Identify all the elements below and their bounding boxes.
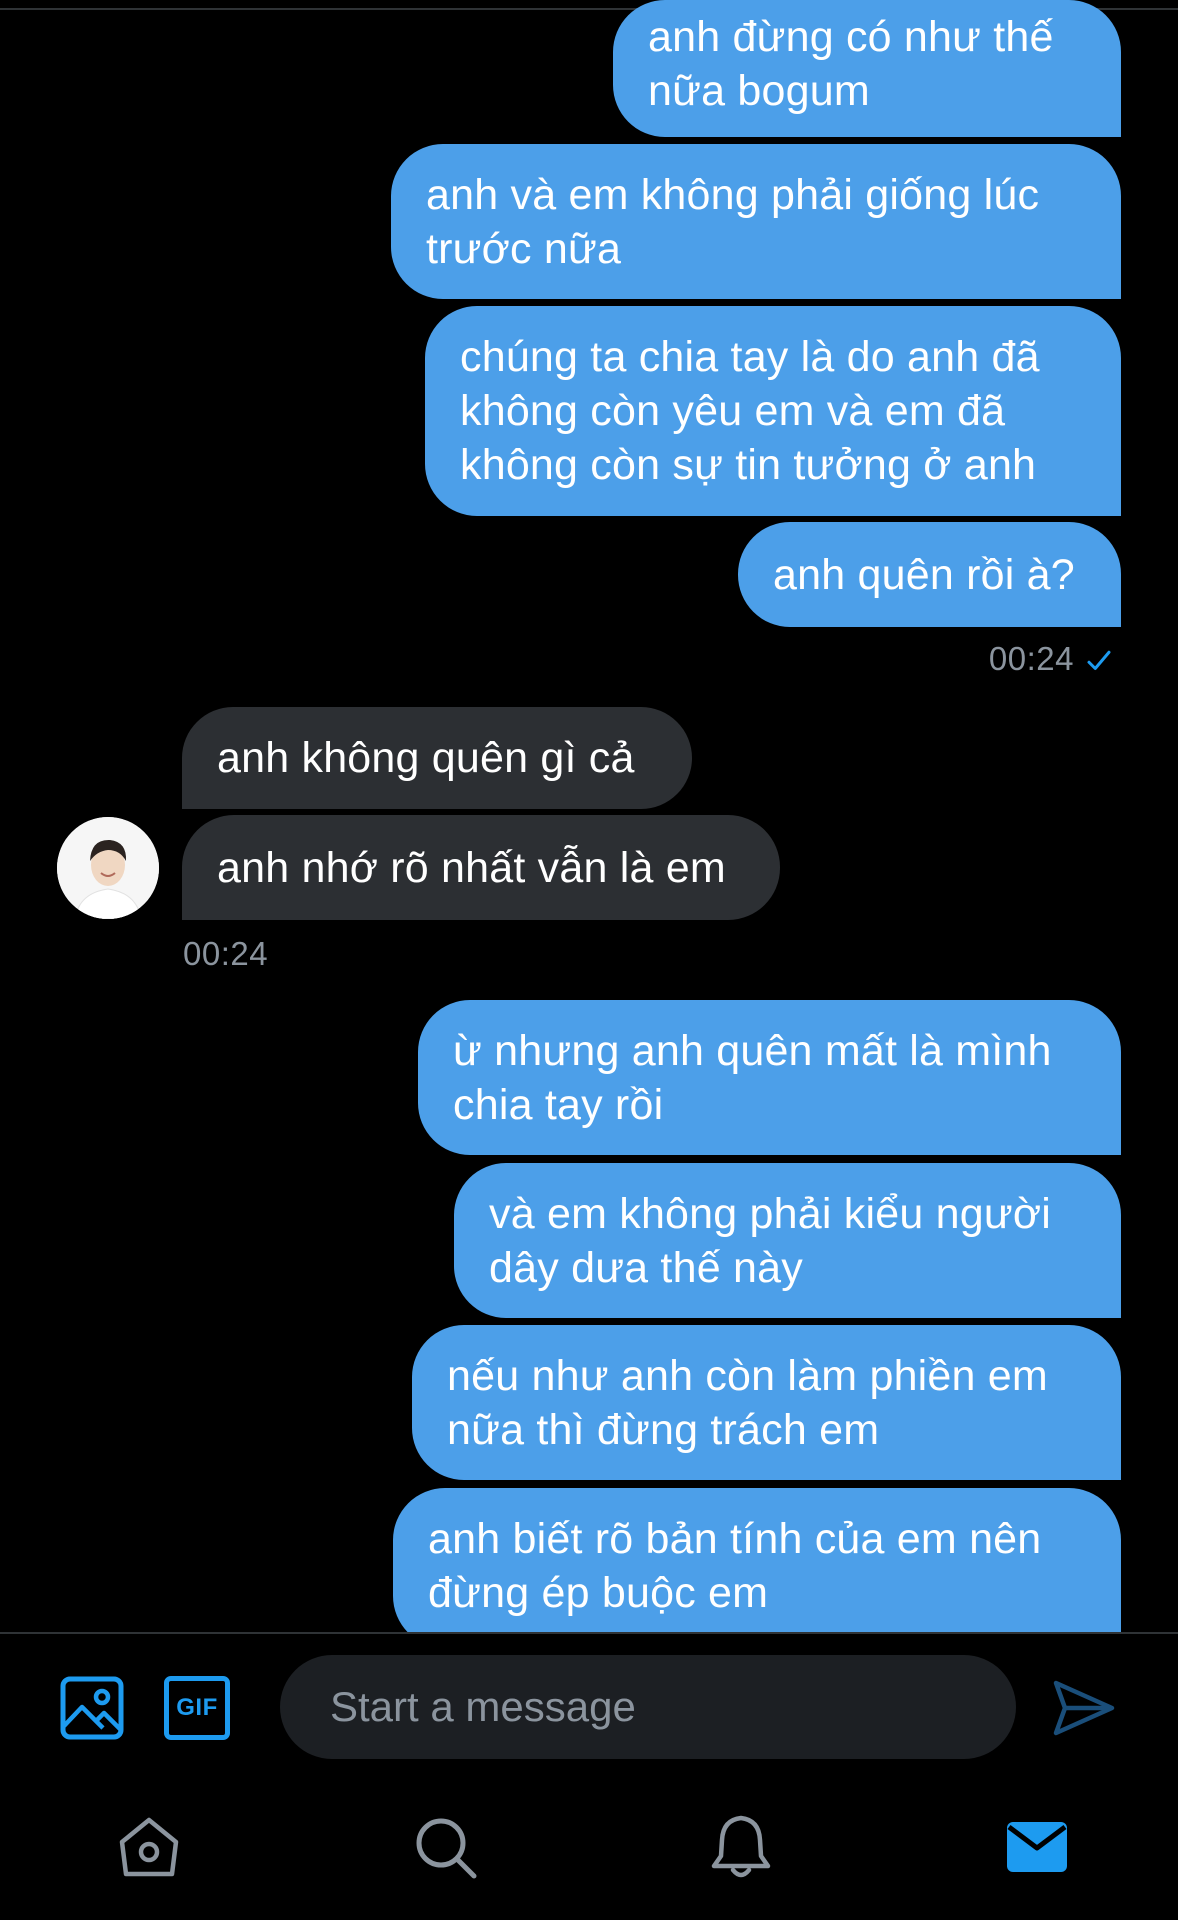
- checkmark-icon: [1087, 651, 1111, 671]
- message-bubble-received[interactable]: anh nhớ rõ nhất vẫn là em: [182, 815, 780, 920]
- message-input[interactable]: [280, 1655, 1016, 1759]
- home-icon[interactable]: [114, 1812, 184, 1882]
- message-bubble-sent[interactable]: anh biết rõ bản tính của em nên đừng ép …: [393, 1488, 1121, 1632]
- message-bubble-sent[interactable]: nếu như anh còn làm phiền em nữa thì đừn…: [412, 1325, 1121, 1480]
- conversation-thread[interactable]: anh đừng có như thế nữa bogum anh và em …: [0, 0, 1178, 1632]
- message-timestamp: 00:24: [183, 935, 269, 972]
- gif-icon[interactable]: GIF: [164, 1676, 230, 1740]
- timestamp-text: 00:24: [988, 640, 1074, 677]
- gif-label: GIF: [176, 1694, 218, 1721]
- search-icon[interactable]: [410, 1812, 480, 1882]
- message-bubble-sent[interactable]: ừ nhưng anh quên mất là mình chia tay rồ…: [418, 1000, 1121, 1155]
- message-bubble-sent[interactable]: và em không phải kiểu người dây dưa thế …: [454, 1163, 1121, 1318]
- message-timestamp: 00:24: [989, 640, 1114, 678]
- mail-icon[interactable]: [1002, 1812, 1072, 1882]
- message-bubble-received[interactable]: anh không quên gì cả: [182, 707, 692, 809]
- image-icon[interactable]: [60, 1676, 124, 1740]
- message-bubble-sent[interactable]: anh quên rồi à?: [738, 522, 1121, 627]
- avatar[interactable]: [57, 817, 159, 919]
- message-bubble-sent[interactable]: anh đừng có như thế nữa bogum: [613, 0, 1121, 137]
- avatar-portrait: [57, 817, 159, 919]
- send-icon[interactable]: [1052, 1678, 1116, 1738]
- composer-divider: [0, 1632, 1178, 1634]
- message-bubble-sent[interactable]: chúng ta chia tay là do anh đã không còn…: [425, 306, 1121, 516]
- bell-icon[interactable]: [706, 1812, 776, 1882]
- message-bubble-sent[interactable]: anh và em không phải giống lúc trước nữa: [391, 144, 1121, 299]
